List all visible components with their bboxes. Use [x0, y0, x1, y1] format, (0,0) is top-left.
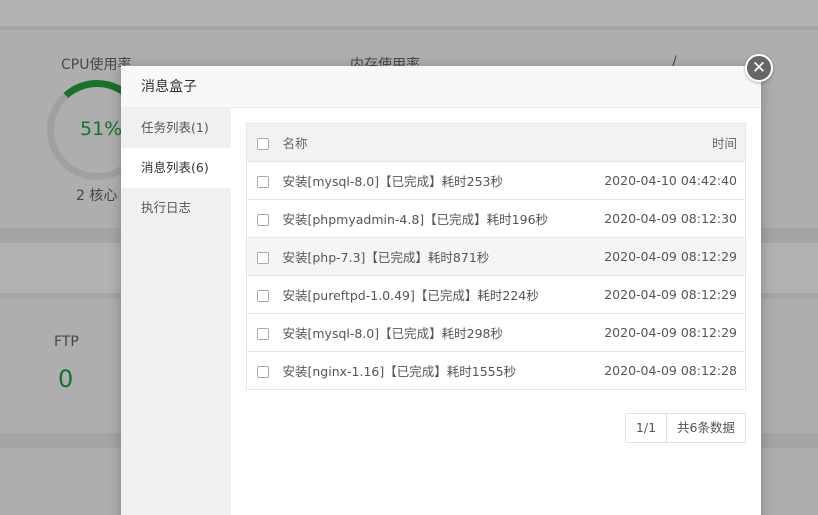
row-time: 2020-04-10 04:42:40 — [584, 161, 746, 200]
pagination: 1/1 共6条数据 — [624, 413, 746, 443]
row-time: 2020-04-09 08:12:28 — [584, 351, 746, 390]
table-header-row: 名称 时间 — [246, 123, 746, 162]
modal-title: 消息盒子 — [121, 66, 761, 108]
row-checkbox[interactable] — [257, 251, 269, 264]
row-time: 2020-04-09 08:12:30 — [584, 199, 746, 238]
row-time: 2020-04-09 08:12:29 — [584, 237, 746, 276]
row-name: 安装[nginx-1.16]【已完成】耗时1555秒 — [282, 351, 585, 390]
table-row[interactable]: 安装[pureftpd-1.0.49]【已完成】耗时224秒 2020-04-0… — [246, 275, 746, 314]
row-name: 安装[pureftpd-1.0.49]【已完成】耗时224秒 — [282, 275, 585, 314]
column-time: 时间 — [584, 123, 746, 162]
total-count: 共6条数据 — [666, 414, 745, 442]
sidebar-item-tasks[interactable]: 任务列表(1) — [121, 108, 231, 148]
message-list: 名称 时间 安装[mysql-8.0]【已完成】耗时253秒 2020-04-1… — [246, 123, 746, 390]
row-checkbox[interactable] — [257, 289, 269, 302]
row-name: 安装[mysql-8.0]【已完成】耗时253秒 — [282, 161, 585, 200]
column-name: 名称 — [282, 123, 585, 162]
close-button[interactable]: ✕ — [745, 54, 773, 82]
table-row[interactable]: 安装[nginx-1.16]【已完成】耗时1555秒 2020-04-09 08… — [246, 351, 746, 390]
message-box-modal: 消息盒子 任务列表(1) 消息列表(6) 执行日志 名称 时间 安装[mysql… — [121, 66, 761, 515]
row-time: 2020-04-09 08:12:29 — [584, 275, 746, 314]
sidebar-item-messages[interactable]: 消息列表(6) — [121, 148, 231, 188]
row-checkbox[interactable] — [257, 327, 269, 340]
row-checkbox[interactable] — [257, 213, 269, 226]
sidebar-item-logs[interactable]: 执行日志 — [121, 188, 231, 228]
select-all-checkbox[interactable] — [257, 137, 269, 150]
page-indicator[interactable]: 1/1 — [626, 414, 666, 442]
table-row[interactable]: 安装[phpmyadmin-4.8]【已完成】耗时196秒 2020-04-09… — [246, 199, 746, 238]
message-table: 名称 时间 安装[mysql-8.0]【已完成】耗时253秒 2020-04-1… — [246, 123, 746, 390]
row-checkbox[interactable] — [257, 365, 269, 378]
table-row[interactable]: 安装[mysql-8.0]【已完成】耗时298秒 2020-04-09 08:1… — [246, 313, 746, 352]
modal-sidebar: 任务列表(1) 消息列表(6) 执行日志 — [121, 108, 231, 515]
row-name: 安装[php-7.3]【已完成】耗时871秒 — [282, 237, 585, 276]
row-name: 安装[phpmyadmin-4.8]【已完成】耗时196秒 — [282, 199, 585, 238]
table-row[interactable]: 安装[mysql-8.0]【已完成】耗时253秒 2020-04-10 04:4… — [246, 161, 746, 200]
row-name: 安装[mysql-8.0]【已完成】耗时298秒 — [282, 313, 585, 352]
row-time: 2020-04-09 08:12:29 — [584, 313, 746, 352]
table-row[interactable]: 安装[php-7.3]【已完成】耗时871秒 2020-04-09 08:12:… — [246, 237, 746, 276]
close-icon: ✕ — [751, 57, 767, 78]
row-checkbox[interactable] — [257, 175, 269, 188]
